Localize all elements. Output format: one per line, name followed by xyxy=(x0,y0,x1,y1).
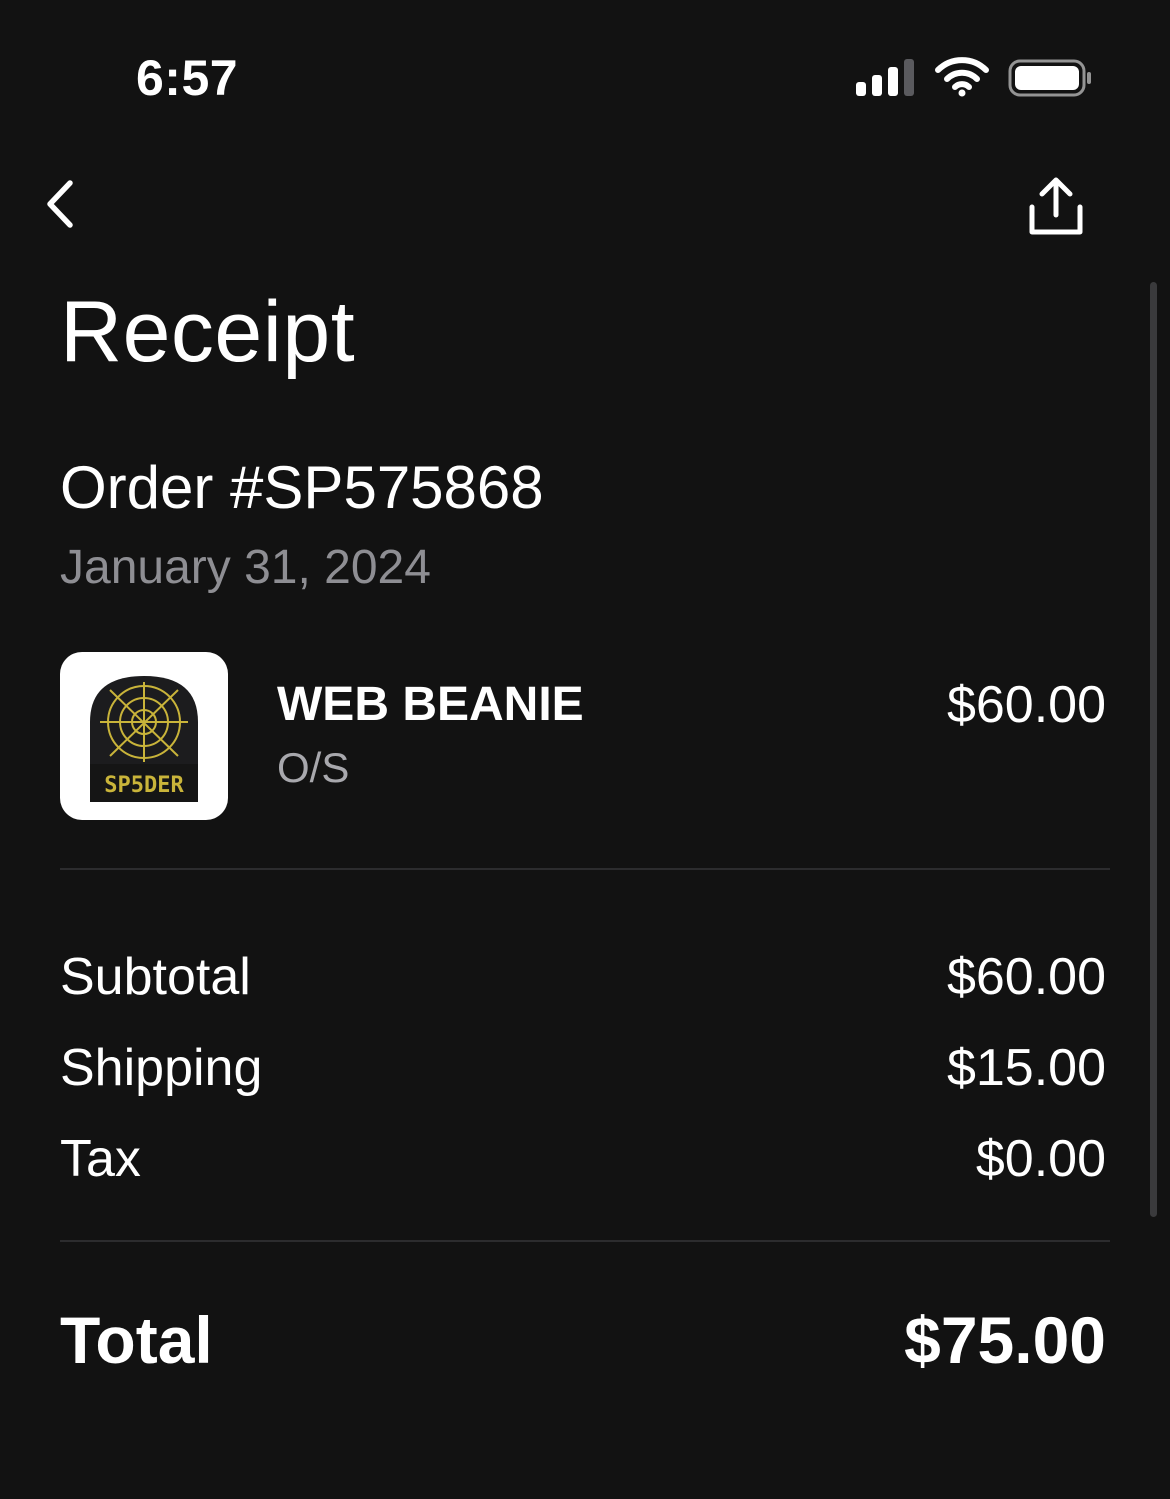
battery-icon xyxy=(1008,59,1091,97)
shipping-value: $15.00 xyxy=(946,1039,1106,1097)
product-price: $60.00 xyxy=(946,676,1106,734)
total-value: $75.00 xyxy=(904,1303,1106,1377)
order-date: January 31, 2024 xyxy=(60,541,431,594)
product-name: WEB BEANIE xyxy=(277,678,584,731)
back-button[interactable] xyxy=(40,175,88,233)
product-thumbnail[interactable]: SP5DER xyxy=(60,652,228,820)
thumbnail-brand-text: SP5DER xyxy=(104,773,184,798)
wifi-icon xyxy=(935,57,989,97)
subtotal-label: Subtotal xyxy=(60,948,251,1006)
page-title: Receipt xyxy=(60,284,356,380)
divider xyxy=(60,868,1110,870)
scrollbar[interactable] xyxy=(1150,282,1157,1217)
shipping-label: Shipping xyxy=(60,1039,263,1097)
tax-value: $0.00 xyxy=(975,1130,1106,1188)
tax-label: Tax xyxy=(60,1130,141,1188)
chevron-left-icon xyxy=(47,180,73,228)
share-icon xyxy=(1029,177,1083,235)
divider xyxy=(60,1240,1110,1242)
web-beanie-image: SP5DER xyxy=(90,676,198,802)
subtotal-value: $60.00 xyxy=(946,948,1106,1006)
product-size: O/S xyxy=(277,744,350,791)
status-bar: 6:57 xyxy=(0,0,1170,150)
share-button[interactable] xyxy=(1022,175,1090,241)
cellular-signal-icon xyxy=(856,59,914,96)
status-time: 6:57 xyxy=(136,50,239,106)
total-label: Total xyxy=(60,1303,213,1377)
order-number: Order #SP575868 xyxy=(60,454,544,521)
